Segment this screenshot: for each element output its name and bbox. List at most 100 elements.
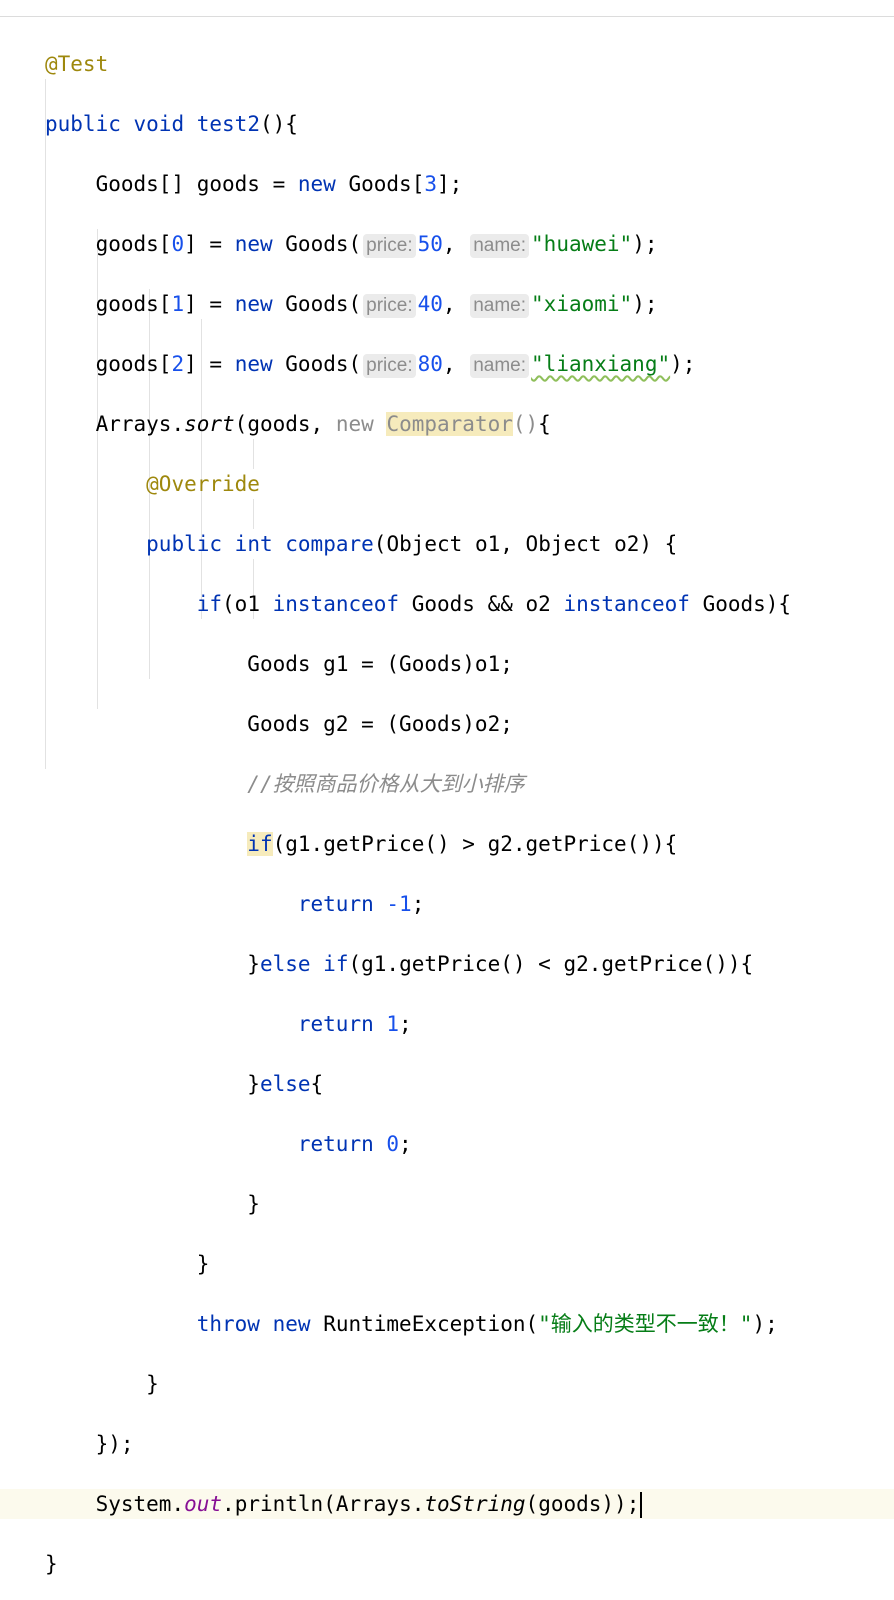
- code-line-10[interactable]: if(o1 instanceof Goods && o2 instanceof …: [45, 589, 894, 619]
- code-line-11[interactable]: Goods g1 = (Goods)o1;: [45, 649, 894, 679]
- number-literal: 1: [171, 292, 185, 316]
- type-name: Goods: [411, 592, 475, 616]
- type-name: RuntimeException: [323, 1312, 526, 1336]
- method-name: test2: [196, 112, 260, 136]
- method-call: getPrice: [525, 832, 627, 856]
- number-literal: 2: [171, 352, 185, 376]
- code-line-5[interactable]: goods[1] = new Goods(price: 40, name: "xia…: [45, 289, 894, 319]
- parameter: o1: [474, 652, 501, 676]
- code-line-26[interactable]: }: [45, 1549, 894, 1579]
- type-name: Goods: [702, 592, 766, 616]
- number-literal: -1: [386, 892, 412, 916]
- method-call: println: [234, 1492, 324, 1516]
- variable: goods: [247, 412, 311, 436]
- code-line-17[interactable]: return 1;: [45, 1009, 894, 1039]
- type-name-highlighted: Comparator: [386, 412, 513, 436]
- code-line-23[interactable]: }: [45, 1369, 894, 1399]
- parameter: o2: [474, 712, 501, 736]
- code-comment: //按照商品价格从大到小排序: [247, 772, 525, 796]
- keyword: else: [259, 1072, 311, 1096]
- type-name: Object: [525, 532, 602, 556]
- code-line-6[interactable]: goods[2] = new Goods(price: 80, name: "lia…: [45, 349, 894, 379]
- keyword: throw: [196, 1312, 260, 1336]
- code-line-15[interactable]: return -1;: [45, 889, 894, 919]
- code-line-21[interactable]: }: [45, 1249, 894, 1279]
- code-line-24[interactable]: });: [45, 1429, 894, 1459]
- class-name: Arrays: [335, 1492, 412, 1516]
- variable: g2: [487, 832, 513, 856]
- parameter-hint-name: name:: [470, 234, 530, 258]
- static-field: out: [184, 1492, 223, 1516]
- type-name: Object: [386, 532, 463, 556]
- code-line-16[interactable]: }else if(g1.getPrice() < g2.getPrice()){: [45, 949, 894, 979]
- string-literal: "huawei": [531, 232, 633, 256]
- type-name: Goods: [399, 652, 463, 676]
- number-literal: 0: [171, 232, 185, 256]
- keyword-highlighted: if: [247, 832, 273, 856]
- parameter-hint-name: name:: [470, 294, 530, 318]
- code-line-3[interactable]: Goods[] goods = new Goods[3];: [45, 169, 894, 199]
- variable: goods: [538, 1492, 602, 1516]
- code-line-20[interactable]: }: [45, 1189, 894, 1219]
- variable: g1: [285, 832, 311, 856]
- string-literal: "xiaomi": [531, 292, 633, 316]
- code-line-14[interactable]: if(g1.getPrice() > g2.getPrice()){: [45, 829, 894, 859]
- code-line-25-current[interactable]: System.out.println(Arrays.toString(goods…: [0, 1489, 894, 1519]
- keyword: if: [196, 592, 223, 616]
- keyword: new: [234, 292, 273, 316]
- string-literal: "lianxiang": [531, 352, 671, 376]
- parameter-hint-price: price:: [363, 354, 416, 378]
- type-name: Goods: [95, 172, 159, 196]
- keyword: public: [146, 532, 223, 556]
- code-line-22[interactable]: throw new RuntimeException("输入的类型不一致！");: [45, 1309, 894, 1339]
- number-literal: 80: [417, 352, 443, 376]
- static-method: sort: [184, 412, 235, 436]
- code-editor[interactable]: @Test public void test2(){ Goods[] goods…: [0, 19, 894, 1600]
- variable: goods: [95, 292, 159, 316]
- type-name: Goods: [285, 352, 349, 376]
- keyword: new: [272, 1312, 311, 1336]
- parameter: o1: [234, 592, 260, 616]
- variable: g2: [563, 952, 589, 976]
- code-line-18[interactable]: }else{: [45, 1069, 894, 1099]
- parameter-hint-price: price:: [363, 294, 416, 318]
- type-name: Goods: [285, 292, 349, 316]
- code-line-19[interactable]: return 0;: [45, 1129, 894, 1159]
- type-name: Goods: [247, 652, 311, 676]
- variable: goods: [95, 352, 159, 376]
- variable: g1: [323, 652, 349, 676]
- parameter: o2: [525, 592, 551, 616]
- keyword: instanceof: [563, 592, 690, 616]
- number-literal: 0: [386, 1132, 400, 1156]
- code-line-8[interactable]: @Override: [45, 469, 894, 499]
- keyword: return: [297, 1132, 374, 1156]
- code-line-13[interactable]: //按照商品价格从大到小排序: [45, 769, 894, 799]
- code-line-12[interactable]: Goods g2 = (Goods)o2;: [45, 709, 894, 739]
- keyword: void: [133, 112, 185, 136]
- variable: goods: [95, 232, 159, 256]
- type-name: Goods: [399, 712, 463, 736]
- string-literal: "输入的类型不一致！": [538, 1312, 753, 1336]
- code-line-4[interactable]: goods[0] = new Goods(price: 50, name: "hua…: [45, 229, 894, 259]
- code-line-9[interactable]: public int compare(Object o1, Object o2)…: [45, 529, 894, 559]
- number-literal: 3: [424, 172, 438, 196]
- keyword: new: [234, 232, 273, 256]
- code-line-2[interactable]: public void test2(){: [45, 109, 894, 139]
- variable: g2: [323, 712, 349, 736]
- parameter: o2: [614, 532, 640, 556]
- text-caret: [640, 1492, 643, 1518]
- static-method: toString: [424, 1492, 526, 1516]
- variable: goods: [196, 172, 260, 196]
- annotation-override: @Override: [146, 472, 260, 496]
- number-literal: 50: [417, 232, 443, 256]
- keyword: return: [297, 1012, 374, 1036]
- keyword: int: [234, 532, 273, 556]
- type-name: Goods: [247, 712, 311, 736]
- method-call: getPrice: [601, 952, 703, 976]
- code-line-7[interactable]: Arrays.sort(goods, new Comparator(){: [45, 409, 894, 439]
- keyword: new: [335, 412, 374, 436]
- parameter-hint-price: price:: [363, 234, 416, 258]
- keyword: else: [259, 952, 311, 976]
- code-line-1[interactable]: @Test: [45, 49, 894, 79]
- number-literal: 40: [417, 292, 443, 316]
